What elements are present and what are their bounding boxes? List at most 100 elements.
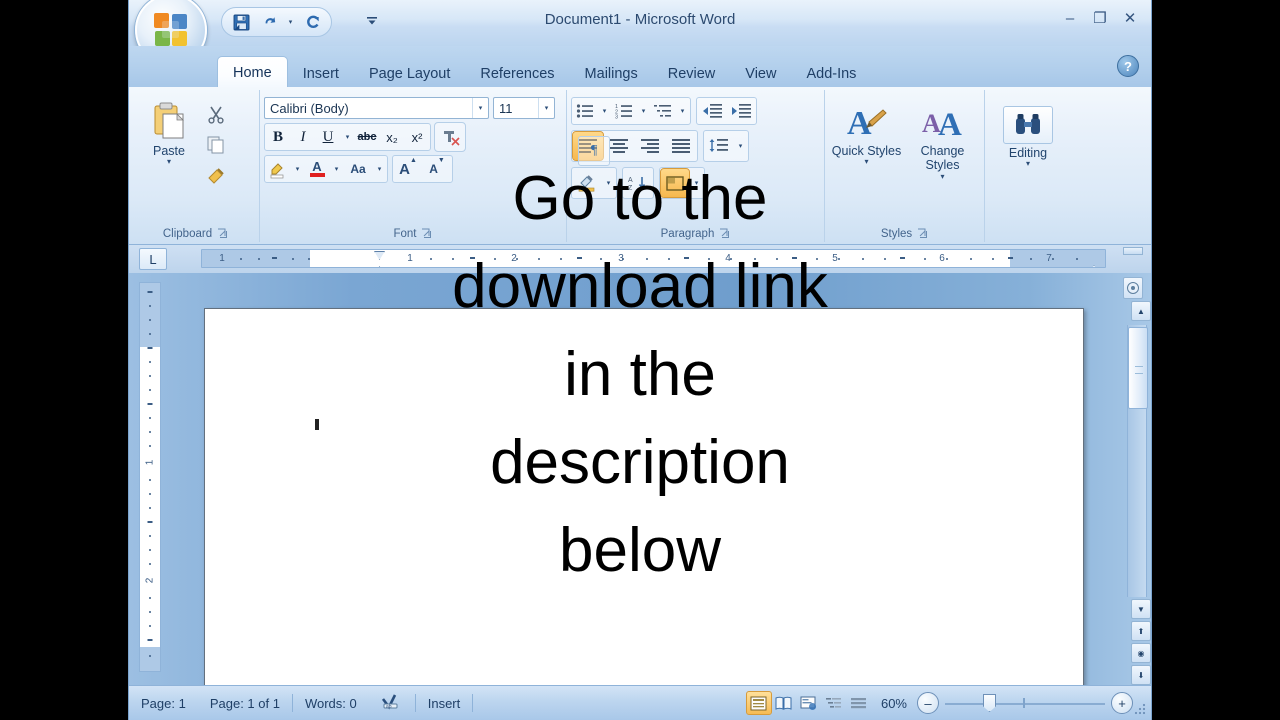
resize-grip[interactable] [1133, 702, 1147, 716]
status-page-of[interactable]: Page: 1 of 1 [198, 696, 292, 711]
clipboard-dialog-launcher-icon[interactable] [216, 228, 228, 240]
borders-dropdown-icon[interactable]: ▾ [690, 171, 703, 195]
browse-object-button[interactable]: ◉ [1131, 643, 1151, 663]
line-spacing-dropdown-icon[interactable]: ▾ [734, 134, 747, 158]
tab-home[interactable]: Home [217, 56, 288, 89]
text-highlight-icon[interactable] [266, 157, 290, 181]
tab-references[interactable]: References [465, 58, 569, 89]
horizontal-ruler[interactable]: L 1 1 2 3 4 5 6 7 [129, 245, 1151, 273]
underline-button[interactable]: U [316, 125, 340, 149]
zoom-slider-handle[interactable] [983, 694, 996, 712]
print-layout-view-icon[interactable] [745, 691, 772, 715]
decrease-indent-icon[interactable] [698, 99, 726, 123]
copy-icon[interactable] [202, 131, 230, 159]
document-page[interactable] [204, 308, 1084, 695]
previous-page-button[interactable]: ⬆ [1131, 621, 1151, 641]
borders-icon[interactable] [660, 168, 690, 198]
tab-mailings[interactable]: Mailings [570, 58, 653, 89]
tab-page-layout[interactable]: Page Layout [354, 58, 465, 89]
undo-icon[interactable] [256, 10, 282, 34]
editing-dropdown-icon[interactable]: ▾ [1026, 160, 1030, 168]
subscript-button[interactable]: x₂ [380, 125, 404, 149]
shading-dropdown-icon[interactable]: ▾ [602, 171, 615, 195]
show-paragraph-marks-icon[interactable]: ¶ [580, 138, 608, 164]
split-window-handle[interactable] [1123, 247, 1143, 255]
tab-review[interactable]: Review [653, 58, 731, 89]
proofing-icon[interactable]: ab [369, 693, 415, 714]
paste-button[interactable]: Paste ▾ [136, 96, 202, 166]
format-painter-icon[interactable] [202, 162, 230, 190]
status-page-number[interactable]: Page: 1 [129, 696, 198, 711]
outline-view-icon[interactable] [822, 692, 846, 714]
increase-indent-icon[interactable] [727, 99, 755, 123]
customize-quick-access-toolbar-icon[interactable] [361, 10, 383, 32]
font-dialog-launcher-icon[interactable] [421, 228, 433, 240]
select-browse-object-button[interactable] [1123, 277, 1143, 299]
change-styles-dropdown-icon[interactable]: ▾ [940, 172, 944, 180]
scroll-thumb[interactable] [1128, 327, 1148, 409]
align-right-icon[interactable] [635, 132, 665, 160]
clear-formatting-icon[interactable] [434, 122, 466, 152]
change-case-button[interactable]: Aa [344, 157, 372, 181]
justify-icon[interactable] [666, 132, 696, 160]
multilevel-dropdown-icon[interactable]: ▾ [676, 99, 689, 123]
tab-add-ins[interactable]: Add-Ins [791, 58, 871, 89]
zoom-out-button[interactable]: – [917, 692, 939, 714]
right-indent-marker[interactable] [1088, 265, 1100, 267]
font-name-dropdown-icon[interactable]: ▾ [472, 98, 488, 118]
maximize-button[interactable]: ❐ [1087, 8, 1113, 28]
superscript-button[interactable]: x² [405, 125, 429, 149]
line-spacing-icon[interactable] [705, 132, 733, 160]
scroll-down-button[interactable]: ▼ [1131, 599, 1151, 619]
help-icon[interactable]: ? [1117, 55, 1139, 77]
font-size-dropdown-icon[interactable]: ▾ [538, 98, 554, 118]
numbering-icon[interactable]: 1 2 3 [612, 99, 636, 123]
paragraph-dialog-launcher-icon[interactable] [718, 228, 730, 240]
tab-selector-button[interactable]: L [139, 248, 167, 270]
draft-view-icon[interactable] [847, 692, 871, 714]
tab-insert[interactable]: Insert [288, 58, 354, 89]
scroll-track[interactable] [1127, 325, 1148, 597]
status-word-count[interactable]: Words: 0 [293, 696, 369, 711]
close-button[interactable]: ✕ [1117, 8, 1143, 28]
styles-dialog-launcher-icon[interactable] [916, 228, 928, 240]
underline-dropdown-icon[interactable]: ▾ [341, 125, 354, 149]
ruler-track[interactable]: 1 1 2 3 4 5 6 7 [201, 249, 1106, 268]
multilevel-list-icon[interactable] [651, 99, 675, 123]
shrink-font-button[interactable]: A ▼ [423, 157, 451, 181]
font-color-dropdown-icon[interactable]: ▾ [330, 157, 343, 181]
quick-styles-dropdown-icon[interactable]: ▾ [864, 158, 868, 166]
numbering-dropdown-icon[interactable]: ▾ [637, 99, 650, 123]
font-color-icon[interactable]: A [305, 157, 329, 181]
shading-icon[interactable] [573, 169, 601, 197]
zoom-slider[interactable] [945, 692, 1105, 714]
web-layout-view-icon[interactable] [797, 692, 821, 714]
zoom-level-label[interactable]: 60% [871, 696, 917, 711]
tab-view[interactable]: View [730, 58, 791, 89]
vertical-ruler[interactable]: 1 2 [139, 282, 161, 672]
font-name-input[interactable]: Calibri (Body) ▾ [264, 97, 489, 119]
minimize-button[interactable]: – [1057, 8, 1083, 28]
scroll-up-button[interactable]: ▲ [1131, 301, 1151, 321]
status-insert-mode[interactable]: Insert [416, 696, 473, 711]
change-case-dropdown-icon[interactable]: ▾ [373, 157, 386, 181]
grow-font-button[interactable]: A ▲ [394, 157, 422, 181]
zoom-in-button[interactable]: + [1111, 692, 1133, 714]
strikethrough-button[interactable]: abc [355, 125, 379, 149]
cut-icon[interactable] [202, 100, 230, 128]
font-size-input[interactable]: 11 ▾ [493, 97, 555, 119]
redo-icon[interactable] [299, 10, 325, 34]
bold-button[interactable]: B [266, 125, 290, 149]
editing-button[interactable]: Editing ▾ [993, 102, 1063, 168]
quick-styles-button[interactable]: A Quick Styles ▾ [831, 98, 903, 166]
sort-icon[interactable]: A Z [624, 169, 652, 197]
paste-dropdown-icon[interactable]: ▾ [167, 158, 171, 166]
italic-button[interactable]: I [291, 125, 315, 149]
highlight-dropdown-icon[interactable]: ▾ [291, 157, 304, 181]
change-styles-button[interactable]: A A Change Styles ▾ [907, 98, 979, 180]
next-page-button[interactable]: ⬇ [1131, 665, 1151, 685]
vertical-scrollbar[interactable]: ▲ ▼ ⬆ ◉ ⬇ [1123, 247, 1151, 685]
bullets-dropdown-icon[interactable]: ▾ [598, 99, 611, 123]
save-icon[interactable] [228, 10, 254, 34]
bullets-icon[interactable] [573, 99, 597, 123]
